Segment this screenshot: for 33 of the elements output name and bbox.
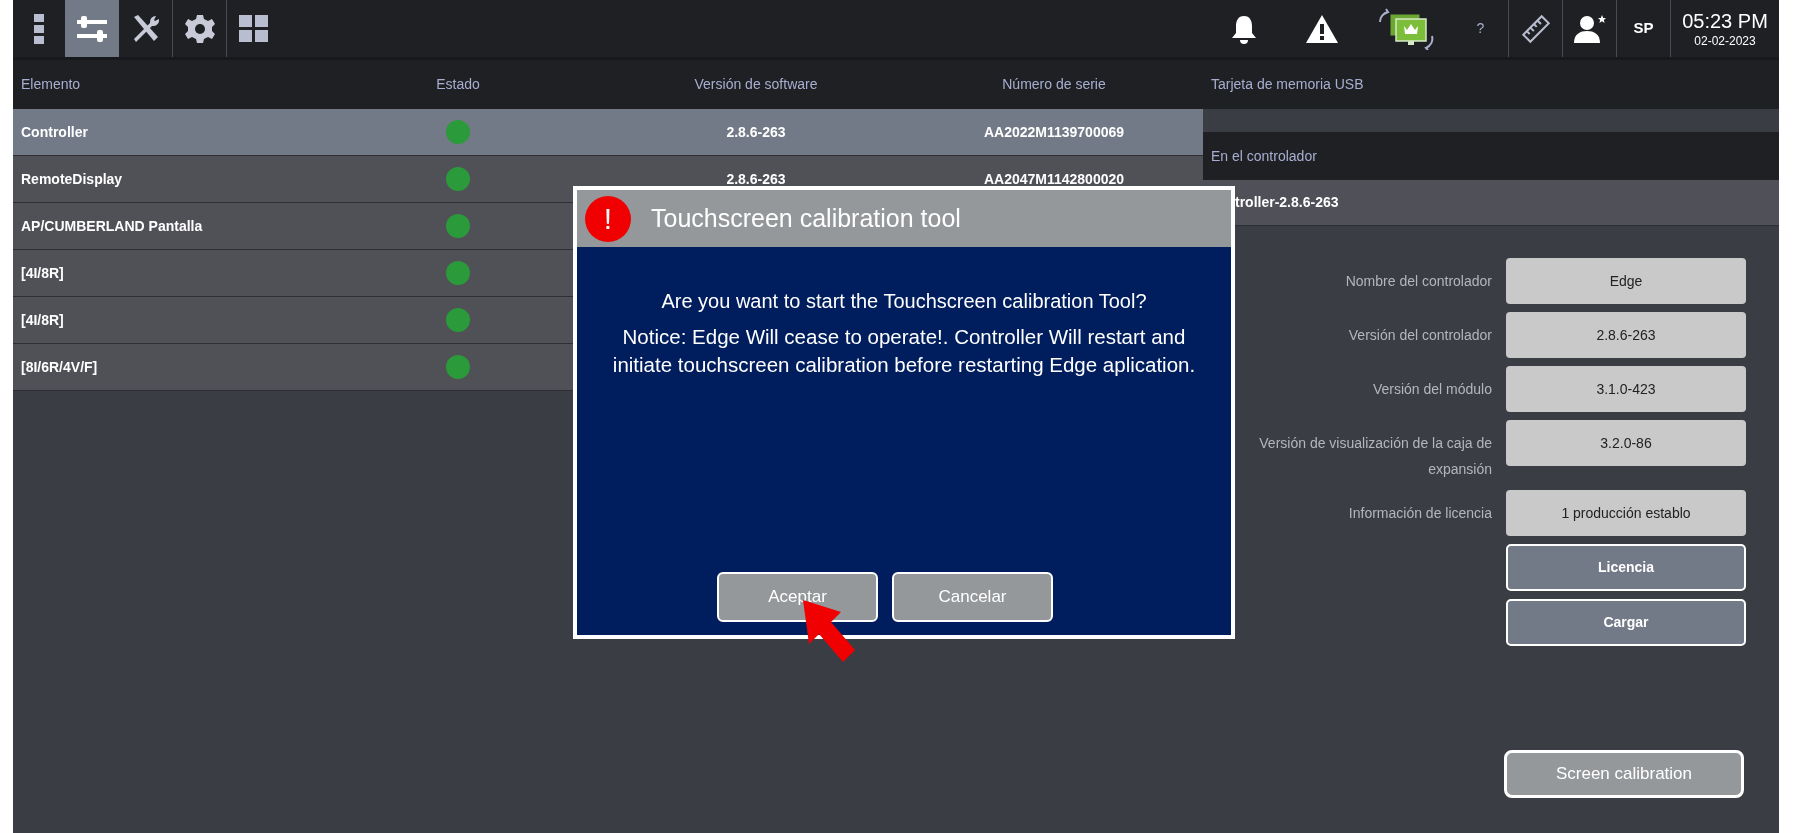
table-cell: 2.8.6-263 [726,170,786,187]
field-label: Versión del controlador [1347,326,1492,345]
table-cell-text: RemoteDisplay [20,169,124,189]
dialog-message: Are you want to start the Touchscreen calibration Tool? [660,289,1148,314]
value-field: 3.2.0-86 [1506,420,1746,466]
table-cell-text: [8I/6R/4V/F] [20,357,99,377]
value-field: 2.8.6-263 [1506,312,1746,358]
table-cell-text: AP/CUMBERLAND Pantalla [20,216,204,236]
column-header: Versión de software [694,76,818,92]
field-label: Nombre del controlador [1344,272,1492,291]
table-cell-text: Controller [20,122,89,142]
package-name: troller-2.8.6-263 [1235,193,1339,212]
column-header: Estado [436,76,480,92]
table-cell-text: [4I/8R] [20,263,65,283]
table-cell-text: [4I/8R] [20,310,65,330]
clock-date: 02-02-2023 [1694,32,1756,49]
panel-header: Tarjeta de memoria USB [1211,75,1364,94]
table-cell: AA2022M1139700069 [983,123,1125,140]
value-field: 1 producción establo [1506,490,1746,536]
table-cell: 2.8.6-263 [726,123,786,140]
dialog-notice: Notice: Edge Will cease to operate!. Controller Will restart and initiate touchscreen calibration before restarting Edge aplication. [611,324,1197,378]
field-label: Versión de visualización de la caja de expansión [1258,434,1492,479]
value-field: 3.1.0-423 [1506,366,1746,412]
column-header: Elemento [21,76,81,92]
value-field: Edge [1506,258,1746,304]
table-cell: AA2047M1142800020 [983,170,1125,187]
field-label: Información de licencia [1347,504,1492,523]
column-header: Número de serie [1002,76,1106,92]
field-label: Versión del módulo [1371,380,1492,399]
section-header: En el controlador [1211,146,1317,166]
clock-time: 05:23 PM [1682,8,1768,33]
dialog-title: Touchscreen calibration tool [651,202,961,234]
alert-icon: ! [585,195,631,242]
